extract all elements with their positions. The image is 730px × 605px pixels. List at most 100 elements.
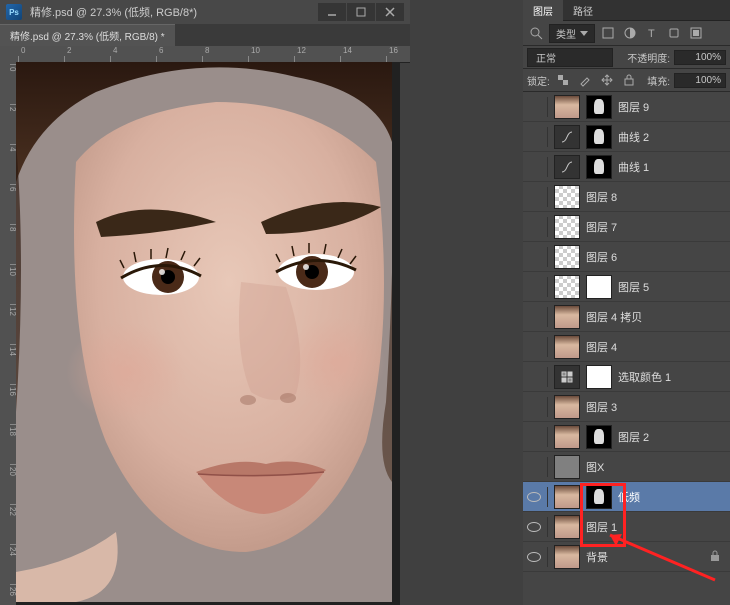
- ruler-horizontal[interactable]: 0246810121416: [0, 46, 410, 63]
- visibility-toggle[interactable]: [527, 190, 541, 204]
- layer-thumbnail[interactable]: [554, 425, 580, 449]
- layer-name[interactable]: 图层 6: [586, 249, 617, 265]
- layer-row[interactable]: 图层 9: [523, 92, 730, 122]
- maximize-button[interactable]: [347, 3, 375, 21]
- adjustment-thumbnail[interactable]: [554, 155, 580, 179]
- layer-thumbnail[interactable]: [586, 95, 612, 119]
- filter-adjustment-icon[interactable]: [621, 25, 639, 41]
- layer-name[interactable]: 曲线 1: [618, 159, 649, 175]
- titlebar: Ps 精修.psd @ 27.3% (低频, RGB/8*): [0, 0, 410, 24]
- visibility-toggle[interactable]: [527, 220, 541, 234]
- layer-row[interactable]: 图层 5: [523, 272, 730, 302]
- layer-row[interactable]: 曲线 1: [523, 152, 730, 182]
- layer-thumbnail[interactable]: [554, 305, 580, 329]
- layer-thumbnail[interactable]: [586, 365, 612, 389]
- filter-shape-icon[interactable]: [665, 25, 683, 41]
- visibility-toggle[interactable]: [527, 160, 541, 174]
- lock-row: 锁定: 填充: 100%: [523, 69, 730, 92]
- opacity-input[interactable]: 100%: [674, 50, 726, 65]
- canvas-area[interactable]: [16, 62, 400, 605]
- layer-name[interactable]: 图层 4 拷贝: [586, 309, 642, 325]
- layer-row[interactable]: 图层 8: [523, 182, 730, 212]
- layer-thumbnail[interactable]: [586, 485, 612, 509]
- layer-thumbnail[interactable]: [554, 485, 580, 509]
- adjustment-thumbnail[interactable]: [554, 365, 580, 389]
- layer-name[interactable]: 低频: [618, 489, 640, 505]
- layer-thumbnail[interactable]: [554, 395, 580, 419]
- filter-pixel-icon[interactable]: [599, 25, 617, 41]
- lock-paint-icon[interactable]: [576, 72, 594, 88]
- visibility-toggle[interactable]: [527, 280, 541, 294]
- fill-input[interactable]: 100%: [674, 73, 726, 88]
- visibility-toggle[interactable]: [527, 340, 541, 354]
- layer-row[interactable]: 曲线 2: [523, 122, 730, 152]
- layer-row[interactable]: 图层 6: [523, 242, 730, 272]
- close-button[interactable]: [376, 3, 404, 21]
- visibility-toggle[interactable]: [527, 520, 541, 534]
- layer-row[interactable]: 图层 2: [523, 422, 730, 452]
- layer-thumbnail[interactable]: [554, 215, 580, 239]
- visibility-toggle[interactable]: [527, 250, 541, 264]
- filter-text-icon[interactable]: T: [643, 25, 661, 41]
- visibility-toggle[interactable]: [527, 490, 541, 504]
- layer-name[interactable]: 图层 9: [618, 99, 649, 115]
- layer-name[interactable]: 图层 3: [586, 399, 617, 415]
- document-tab[interactable]: 精修.psd @ 27.3% (低频, RGB/8) *: [0, 24, 175, 46]
- layer-name[interactable]: 图层 2: [618, 429, 649, 445]
- layers-list[interactable]: 图层 9 曲线 2 曲线 1图层 8 图层 7 图层 6图层 5 图层 4 拷贝图层 4选…: [523, 92, 730, 587]
- canvas[interactable]: [16, 62, 392, 602]
- layer-thumbnail[interactable]: [554, 275, 580, 299]
- lock-all-icon[interactable]: [620, 72, 638, 88]
- minimize-button[interactable]: [318, 3, 346, 21]
- layer-row[interactable]: 图层 4 拷贝: [523, 302, 730, 332]
- layer-thumbnail[interactable]: [586, 275, 612, 299]
- filter-type-dropdown[interactable]: 类型: [549, 24, 595, 43]
- visibility-toggle[interactable]: [527, 100, 541, 114]
- layer-row[interactable]: 图X: [523, 452, 730, 482]
- blend-mode-dropdown[interactable]: 正常: [527, 48, 613, 67]
- tab-paths[interactable]: 路径: [563, 0, 603, 21]
- layer-row[interactable]: 图层 7: [523, 212, 730, 242]
- visibility-toggle[interactable]: [527, 550, 541, 564]
- search-icon[interactable]: [527, 25, 545, 41]
- tab-layers[interactable]: 图层: [523, 0, 563, 21]
- layer-thumbnail[interactable]: [586, 125, 612, 149]
- layer-name[interactable]: 图层 7: [586, 219, 617, 235]
- adjustment-thumbnail[interactable]: [554, 125, 580, 149]
- visibility-toggle[interactable]: [527, 310, 541, 324]
- filter-smart-icon[interactable]: [687, 25, 705, 41]
- layer-filter-row: 类型 T: [523, 21, 730, 46]
- layer-name[interactable]: 图层 1: [586, 519, 617, 535]
- layer-name[interactable]: 选取颜色 1: [618, 369, 671, 385]
- visibility-toggle[interactable]: [527, 430, 541, 444]
- layer-thumbnail[interactable]: [586, 155, 612, 179]
- visibility-toggle[interactable]: [527, 400, 541, 414]
- layer-thumbnail[interactable]: [554, 545, 580, 569]
- lock-position-icon[interactable]: [598, 72, 616, 88]
- layer-row[interactable]: 图层 4: [523, 332, 730, 362]
- app-logo: Ps: [6, 4, 22, 20]
- layer-row[interactable]: 图层 1: [523, 512, 730, 542]
- layer-thumbnail[interactable]: [554, 185, 580, 209]
- ruler-vertical[interactable]: 02468101214161820222426: [0, 62, 17, 605]
- layer-thumbnail[interactable]: [586, 425, 612, 449]
- layer-thumbnail[interactable]: [554, 245, 580, 269]
- layer-thumbnail[interactable]: [554, 515, 580, 539]
- layer-row[interactable]: 背景: [523, 542, 730, 572]
- layer-name[interactable]: 曲线 2: [618, 129, 649, 145]
- layer-row[interactable]: 低频: [523, 482, 730, 512]
- visibility-toggle[interactable]: [527, 370, 541, 384]
- layer-name[interactable]: 图X: [586, 459, 604, 475]
- layer-name[interactable]: 图层 8: [586, 189, 617, 205]
- layer-row[interactable]: 图层 3: [523, 392, 730, 422]
- layer-row[interactable]: 选取颜色 1: [523, 362, 730, 392]
- lock-transparency-icon[interactable]: [554, 72, 572, 88]
- layer-name[interactable]: 图层 4: [586, 339, 617, 355]
- visibility-toggle[interactable]: [527, 460, 541, 474]
- layer-thumbnail[interactable]: [554, 455, 580, 479]
- visibility-toggle[interactable]: [527, 130, 541, 144]
- layer-name[interactable]: 背景: [586, 549, 608, 565]
- layer-thumbnail[interactable]: [554, 95, 580, 119]
- layer-name[interactable]: 图层 5: [618, 279, 649, 295]
- layer-thumbnail[interactable]: [554, 335, 580, 359]
